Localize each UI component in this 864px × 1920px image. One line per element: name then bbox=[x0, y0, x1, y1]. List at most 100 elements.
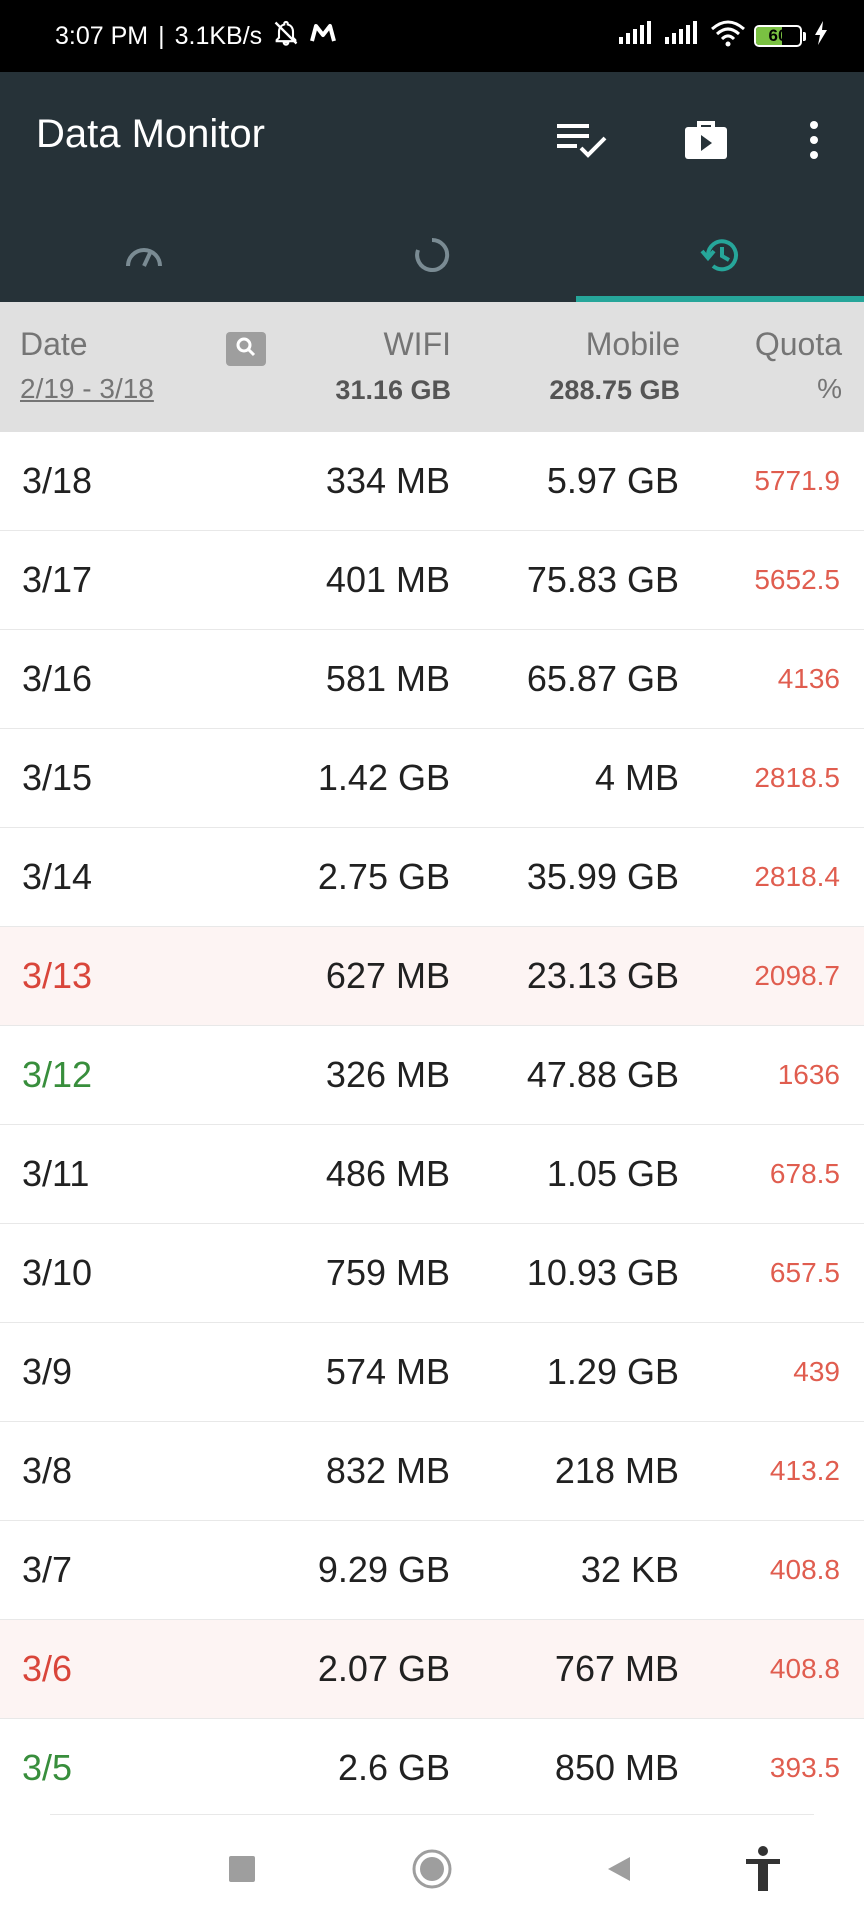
row-date: 3/11 bbox=[22, 1153, 90, 1194]
row-quota-percent: 5771.9 bbox=[754, 465, 840, 496]
row-quota-percent: 2818.5 bbox=[754, 762, 840, 793]
date-label: Date bbox=[20, 326, 88, 362]
row-mobile-usage: 1.29 GB bbox=[546, 1351, 679, 1392]
mobile-column-header: Mobile 288.75 GB bbox=[549, 326, 680, 406]
row-quota-percent: 408.8 bbox=[769, 1554, 840, 1585]
row-mobile-usage: 850 MB bbox=[554, 1747, 679, 1788]
row-wifi-usage: 326 MB bbox=[325, 1054, 450, 1095]
table-row[interactable]: 3/7 9.29 GB 32 KB 408.8 bbox=[0, 1521, 864, 1620]
app-m-icon bbox=[310, 22, 337, 51]
status-right: 60 bbox=[618, 19, 828, 54]
battery-level: 60 bbox=[768, 26, 788, 45]
quota-label: Quota bbox=[754, 326, 842, 362]
row-date: 3/16 bbox=[22, 658, 93, 699]
table-row[interactable]: 3/5 2.6 GB 850 MB 393.5 bbox=[0, 1719, 864, 1818]
quota-column-header: Quota % bbox=[755, 326, 842, 405]
row-date: 3/17 bbox=[22, 559, 93, 600]
row-mobile-usage: 47.88 GB bbox=[526, 1054, 679, 1095]
row-quota-percent: 678.5 bbox=[769, 1158, 840, 1189]
more-vert-icon[interactable] bbox=[786, 112, 842, 168]
briefcase-icon[interactable] bbox=[678, 112, 734, 168]
status-left: 3:07 PM | 3.1KB/s bbox=[55, 19, 337, 54]
signal-icon bbox=[664, 20, 702, 52]
mobile-total: 288.75 GB bbox=[549, 375, 680, 405]
row-quota-percent: 439 bbox=[793, 1356, 840, 1387]
row-wifi-usage: 2.6 GB bbox=[337, 1747, 450, 1788]
usage-list: 3/18 334 MB 5.97 GB 5771.9 3/17 401 MB 75.83 G… bbox=[0, 432, 864, 1818]
row-mobile-usage: 1.05 GB bbox=[546, 1153, 679, 1194]
row-mobile-usage: 75.83 GB bbox=[526, 559, 679, 600]
separator: | bbox=[158, 21, 165, 50]
row-date: 3/8 bbox=[22, 1450, 73, 1491]
row-wifi-usage: 2.07 GB bbox=[317, 1648, 450, 1689]
accessibility-icon[interactable] bbox=[738, 1844, 788, 1894]
table-row[interactable]: 3/11 486 MB 1.05 GB 678.5 bbox=[0, 1125, 864, 1224]
wifi-column-header: WIFI 31.16 GB bbox=[335, 326, 451, 406]
row-quota-percent: 4136 bbox=[777, 663, 840, 694]
row-date: 3/6 bbox=[22, 1648, 73, 1689]
tab-usage[interactable] bbox=[288, 212, 576, 302]
row-wifi-usage: 574 MB bbox=[325, 1351, 450, 1392]
wifi-total: 31.16 GB bbox=[335, 375, 451, 405]
row-date: 3/9 bbox=[22, 1351, 73, 1392]
row-mobile-usage: 10.93 GB bbox=[526, 1252, 679, 1293]
row-quota-percent: 393.5 bbox=[769, 1752, 840, 1783]
row-quota-percent: 408.8 bbox=[769, 1653, 840, 1684]
tab-speed[interactable] bbox=[0, 212, 288, 302]
table-row[interactable]: 3/13 627 MB 23.13 GB 2098.7 bbox=[0, 927, 864, 1026]
table-row[interactable]: 3/14 2.75 GB 35.99 GB 2818.4 bbox=[0, 828, 864, 927]
row-date: 3/18 bbox=[22, 460, 93, 501]
search-button[interactable] bbox=[226, 332, 266, 366]
row-quota-percent: 2098.7 bbox=[754, 960, 840, 991]
table-row[interactable]: 3/10 759 MB 10.93 GB 657.5 bbox=[0, 1224, 864, 1323]
signal-icon bbox=[618, 20, 656, 52]
charging-icon bbox=[814, 20, 828, 52]
search-icon bbox=[234, 335, 258, 364]
table-row[interactable]: 3/12 326 MB 47.88 GB 1636 bbox=[0, 1026, 864, 1125]
app-bar: Data Monitor bbox=[0, 72, 864, 302]
recents-square-icon[interactable] bbox=[217, 1844, 267, 1894]
wifi-icon bbox=[710, 19, 746, 54]
row-date: 3/15 bbox=[22, 757, 93, 798]
app-title: Data Monitor bbox=[36, 112, 265, 156]
table-row[interactable]: 3/16 581 MB 65.87 GB 4136 bbox=[0, 630, 864, 729]
row-quota-percent: 5652.5 bbox=[754, 564, 840, 595]
wifi-label: WIFI bbox=[383, 326, 451, 362]
table-row[interactable]: 3/8 832 MB 218 MB 413.2 bbox=[0, 1422, 864, 1521]
table-row[interactable]: 3/6 2.07 GB 767 MB 408.8 bbox=[0, 1620, 864, 1719]
tab-bar bbox=[0, 212, 864, 302]
back-triangle-icon[interactable] bbox=[594, 1844, 644, 1894]
row-quota-percent: 657.5 bbox=[769, 1257, 840, 1288]
row-date: 3/14 bbox=[22, 856, 93, 897]
network-speed: 3.1KB/s bbox=[174, 21, 263, 50]
table-row[interactable]: 3/9 574 MB 1.29 GB 439 bbox=[0, 1323, 864, 1422]
clock: 3:07 PM bbox=[55, 21, 149, 50]
row-mobile-usage: 218 MB bbox=[554, 1450, 679, 1491]
table-row[interactable]: 3/15 1.42 GB 4 MB 2818.5 bbox=[0, 729, 864, 828]
row-quota-percent: 413.2 bbox=[769, 1455, 840, 1486]
row-quota-percent: 1636 bbox=[777, 1059, 840, 1090]
mobile-label: Mobile bbox=[585, 326, 680, 362]
tab-history[interactable] bbox=[576, 212, 864, 302]
row-wifi-usage: 334 MB bbox=[325, 460, 450, 501]
table-row[interactable]: 3/18 334 MB 5.97 GB 5771.9 bbox=[0, 432, 864, 531]
date-range-link[interactable]: 2/19 - 3/18 bbox=[20, 373, 154, 405]
row-wifi-usage: 9.29 GB bbox=[317, 1549, 450, 1590]
date-column-header: Date 2/19 - 3/18 bbox=[20, 326, 154, 405]
row-mobile-usage: 32 KB bbox=[580, 1549, 679, 1590]
home-circle-icon[interactable] bbox=[407, 1844, 457, 1894]
row-mobile-usage: 767 MB bbox=[554, 1648, 679, 1689]
battery-icon: 60 bbox=[754, 25, 806, 47]
row-mobile-usage: 35.99 GB bbox=[526, 856, 679, 897]
row-date: 3/5 bbox=[22, 1747, 73, 1788]
table-header: Date 2/19 - 3/18 WIFI 31.16 GB Mobile 28… bbox=[0, 302, 864, 432]
row-mobile-usage: 4 MB bbox=[594, 757, 679, 798]
circle-progress-icon bbox=[413, 236, 451, 279]
row-wifi-usage: 581 MB bbox=[325, 658, 450, 699]
quota-unit: % bbox=[817, 373, 842, 404]
speedometer-icon bbox=[124, 240, 164, 275]
row-wifi-usage: 1.42 GB bbox=[317, 757, 450, 798]
checklist-icon[interactable] bbox=[554, 112, 610, 168]
row-wifi-usage: 759 MB bbox=[325, 1252, 450, 1293]
table-row[interactable]: 3/17 401 MB 75.83 GB 5652.5 bbox=[0, 531, 864, 630]
